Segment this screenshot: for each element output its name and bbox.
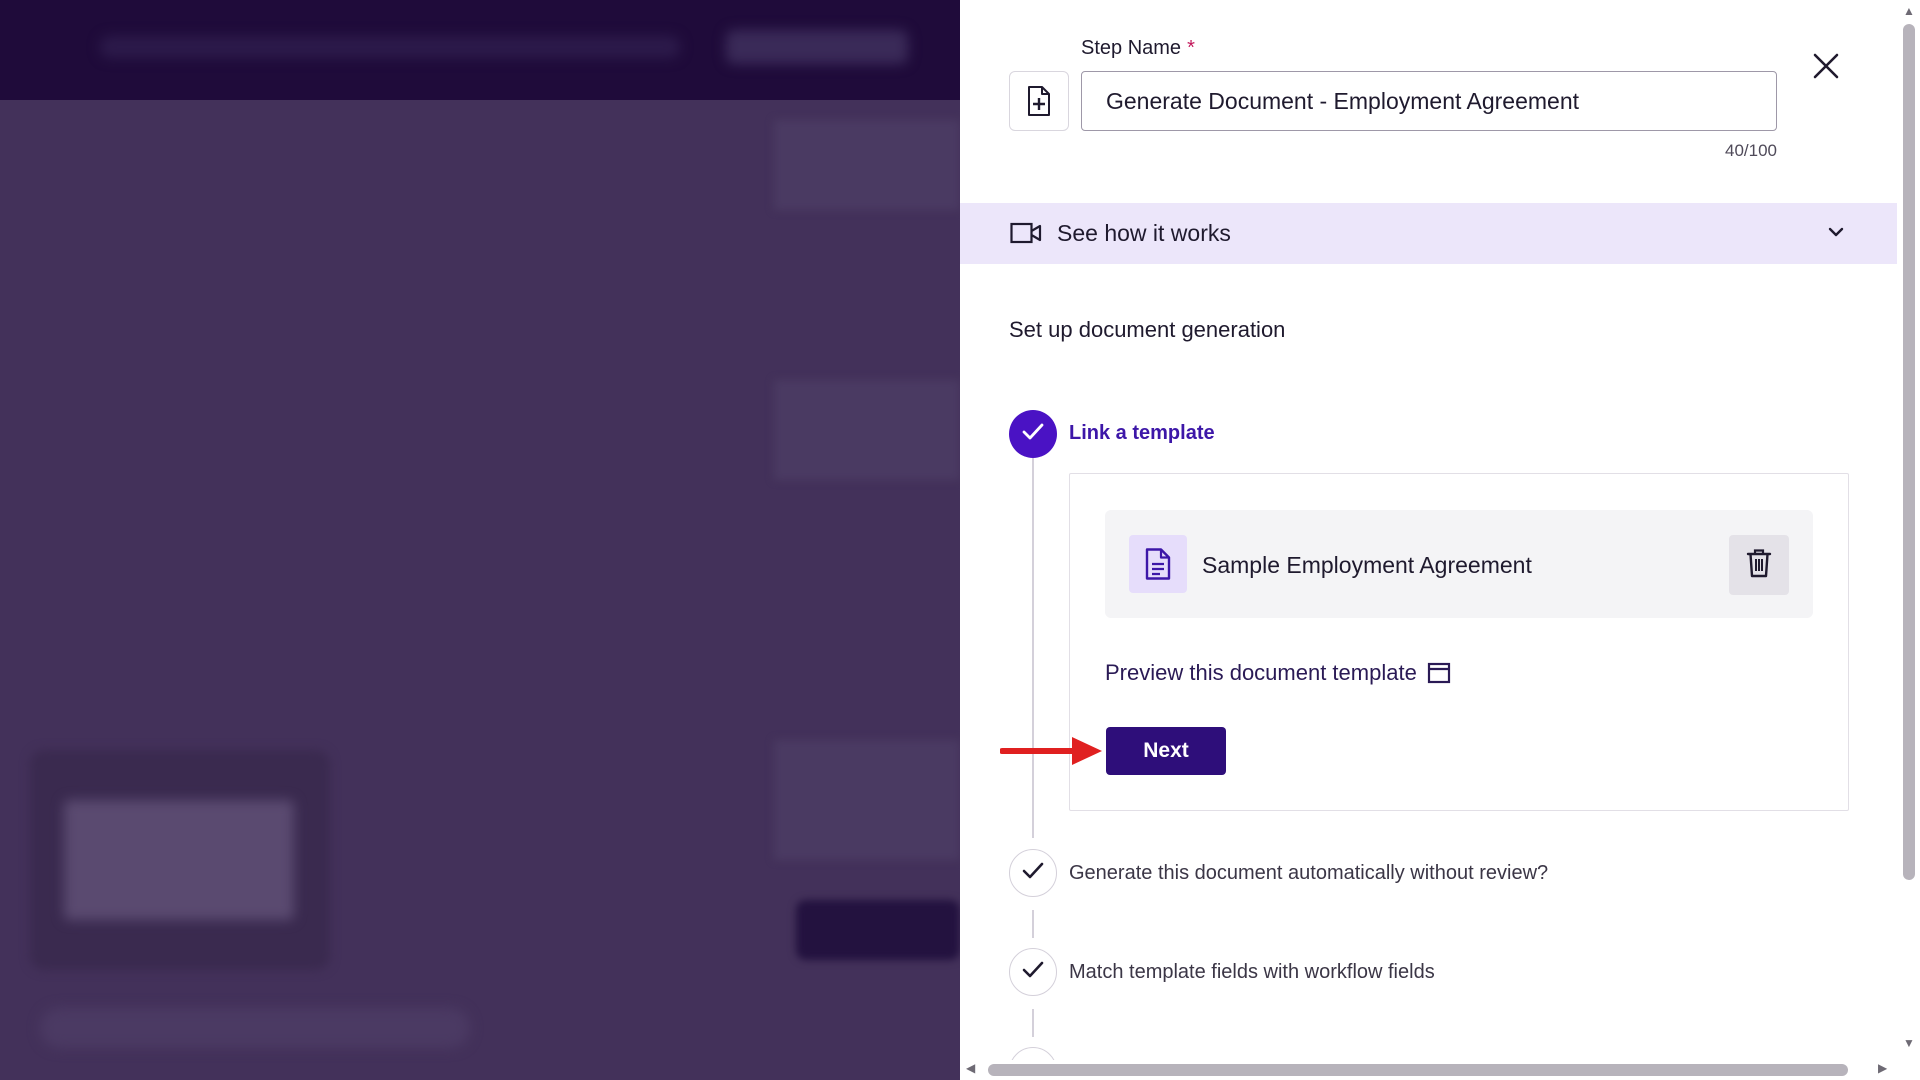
open-window-icon bbox=[1427, 661, 1451, 685]
step-complete-indicator bbox=[1009, 410, 1057, 458]
step-indicator bbox=[1009, 1047, 1057, 1060]
see-how-it-works-label: See how it works bbox=[1057, 220, 1231, 246]
background-blurred-button bbox=[726, 30, 908, 64]
step-link-template-label[interactable]: Link a template bbox=[1069, 422, 1215, 445]
timeline-connector bbox=[1032, 458, 1034, 838]
preview-template-label: Preview this document template bbox=[1105, 660, 1417, 685]
section-title: Set up document generation bbox=[1009, 317, 1286, 342]
document-icon bbox=[1129, 535, 1187, 593]
background-blurred-thumbnail-inner bbox=[64, 800, 294, 920]
trash-icon bbox=[1746, 548, 1772, 583]
step-name-input[interactable] bbox=[1081, 71, 1777, 131]
document-plus-icon bbox=[1009, 71, 1069, 131]
close-icon bbox=[1813, 53, 1839, 84]
scroll-up-icon[interactable]: ▲ bbox=[1903, 4, 1915, 18]
step-settings-panel: Step Name* 40/100 See how it works Set u… bbox=[960, 0, 1897, 1060]
background-blurred-card bbox=[774, 740, 960, 860]
next-button[interactable]: Next bbox=[1106, 727, 1226, 775]
horizontal-scroll-thumb[interactable] bbox=[988, 1064, 1848, 1076]
background-blurred-text bbox=[100, 36, 680, 58]
scroll-right-icon[interactable]: ▶ bbox=[1878, 1061, 1887, 1075]
linked-template-card: Sample Employment Agreement bbox=[1105, 510, 1813, 618]
template-name: Sample Employment Agreement bbox=[1202, 552, 1532, 578]
background-blurred-toolbar bbox=[40, 1008, 470, 1048]
checkmark-icon bbox=[1022, 862, 1044, 885]
step-auto-generate-label[interactable]: Generate this document automatically wit… bbox=[1069, 862, 1548, 885]
timeline-connector bbox=[1032, 910, 1034, 938]
see-how-it-works-accordion[interactable]: See how it works bbox=[960, 203, 1897, 264]
timeline-connector bbox=[1032, 1009, 1034, 1037]
checkmark-icon bbox=[1022, 961, 1044, 984]
step-complete-indicator bbox=[1009, 948, 1057, 996]
background-blurred-card bbox=[774, 380, 960, 480]
step-name-label: Step Name * bbox=[1081, 37, 1195, 59]
chevron-down-icon bbox=[1826, 222, 1846, 247]
delete-template-button[interactable] bbox=[1729, 535, 1789, 595]
close-button[interactable] bbox=[1802, 44, 1850, 92]
character-counter: 40/100 bbox=[1725, 141, 1777, 160]
horizontal-scrollbar[interactable]: ◀ ▶ bbox=[960, 1060, 1920, 1080]
background-blurred-card bbox=[774, 120, 960, 210]
video-camera-icon bbox=[1010, 221, 1042, 250]
background-app-overlay bbox=[0, 0, 960, 1080]
step-complete-indicator bbox=[1009, 849, 1057, 897]
step-match-fields-label[interactable]: Match template fields with workflow fiel… bbox=[1069, 961, 1435, 984]
annotation-arrow-icon bbox=[999, 734, 1104, 773]
vertical-scrollbar[interactable]: ▲ ▼ bbox=[1897, 0, 1920, 1060]
scroll-left-icon[interactable]: ◀ bbox=[966, 1061, 975, 1075]
required-marker: * bbox=[1187, 37, 1195, 59]
background-blurred-button bbox=[796, 900, 960, 960]
preview-template-link[interactable]: Preview this document template bbox=[1105, 660, 1451, 686]
vertical-scroll-thumb[interactable] bbox=[1903, 24, 1915, 880]
checkmark-icon bbox=[1021, 422, 1045, 447]
scroll-down-icon[interactable]: ▼ bbox=[1903, 1036, 1915, 1050]
